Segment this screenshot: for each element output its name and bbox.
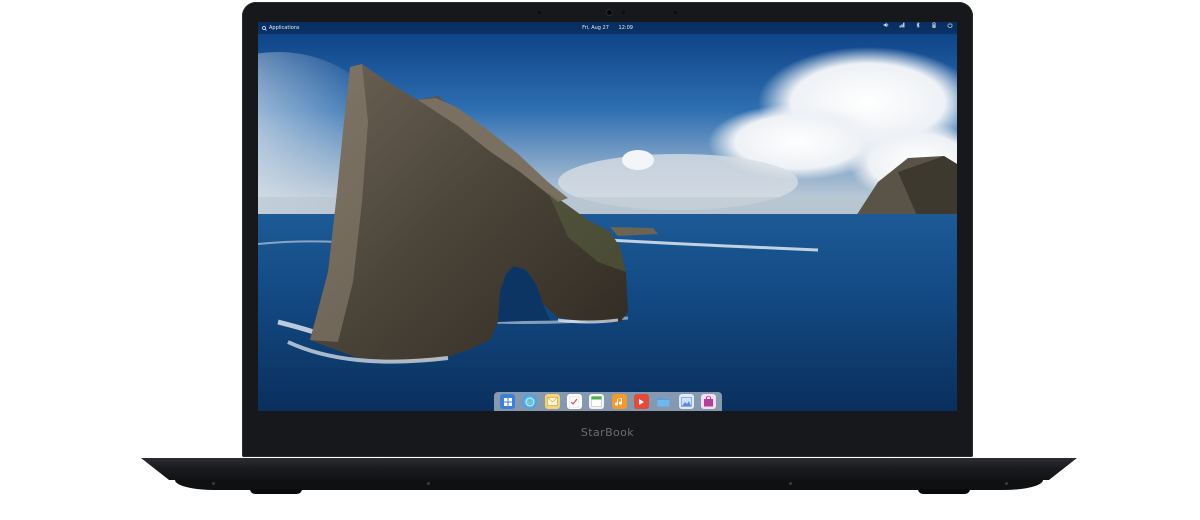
dock-files[interactable] [656,394,671,409]
music-note-icon [614,397,623,406]
camera-led [622,11,625,14]
dock-app-center[interactable] [700,394,716,409]
laptop-base [141,458,1077,480]
mic-left [674,11,677,14]
calendar-icon [591,396,603,407]
volume-icon[interactable] [883,22,889,28]
rubber-foot-left [250,489,302,494]
brand-logo: StarBook [580,426,635,439]
webcam [606,9,613,16]
date-time-indicator[interactable]: Fri, Aug 27 12:09 [258,22,957,34]
base-screw [1005,482,1008,485]
multitasking-icon [503,397,512,406]
network-icon[interactable] [899,22,905,28]
base-screw [427,482,430,485]
date-label: Fri, Aug 27 [582,25,609,31]
dock-multitasking-view[interactable] [500,394,515,409]
battery-icon[interactable] [931,22,937,28]
dock-music[interactable] [611,394,627,409]
top-panel: Applications Fri, Aug 27 12:09 [258,22,957,34]
desktop-screen: Applications Fri, Aug 27 12:09 [258,22,957,411]
dock-web-browser[interactable] [522,394,538,409]
base-screw [789,482,792,485]
dock [494,392,722,411]
photo-icon [680,396,692,407]
laptop-base-underside [175,480,1043,490]
shopping-bag-icon [703,396,713,407]
power-icon[interactable] [947,22,953,28]
time-label: 12:09 [618,25,633,31]
checklist-icon [569,395,580,408]
base-screw [212,482,215,485]
bluetooth-icon[interactable] [915,22,921,28]
globe-icon [525,397,535,406]
dock-mail[interactable] [544,394,560,409]
dock-videos[interactable] [633,394,649,409]
play-icon [639,398,645,405]
dock-tasks[interactable] [566,394,582,409]
desktop-wallpaper [258,22,957,411]
laptop-scene: StarBook Applications Fri, Aug 27 12:09 [0,0,1200,520]
dock-calendar[interactable] [589,394,605,409]
folder-icon [657,398,670,407]
rubber-foot-right [918,489,970,494]
dock-photos[interactable] [678,394,694,409]
mail-icon [546,397,558,406]
ambient-sensor [538,11,541,14]
system-indicators [883,22,953,28]
